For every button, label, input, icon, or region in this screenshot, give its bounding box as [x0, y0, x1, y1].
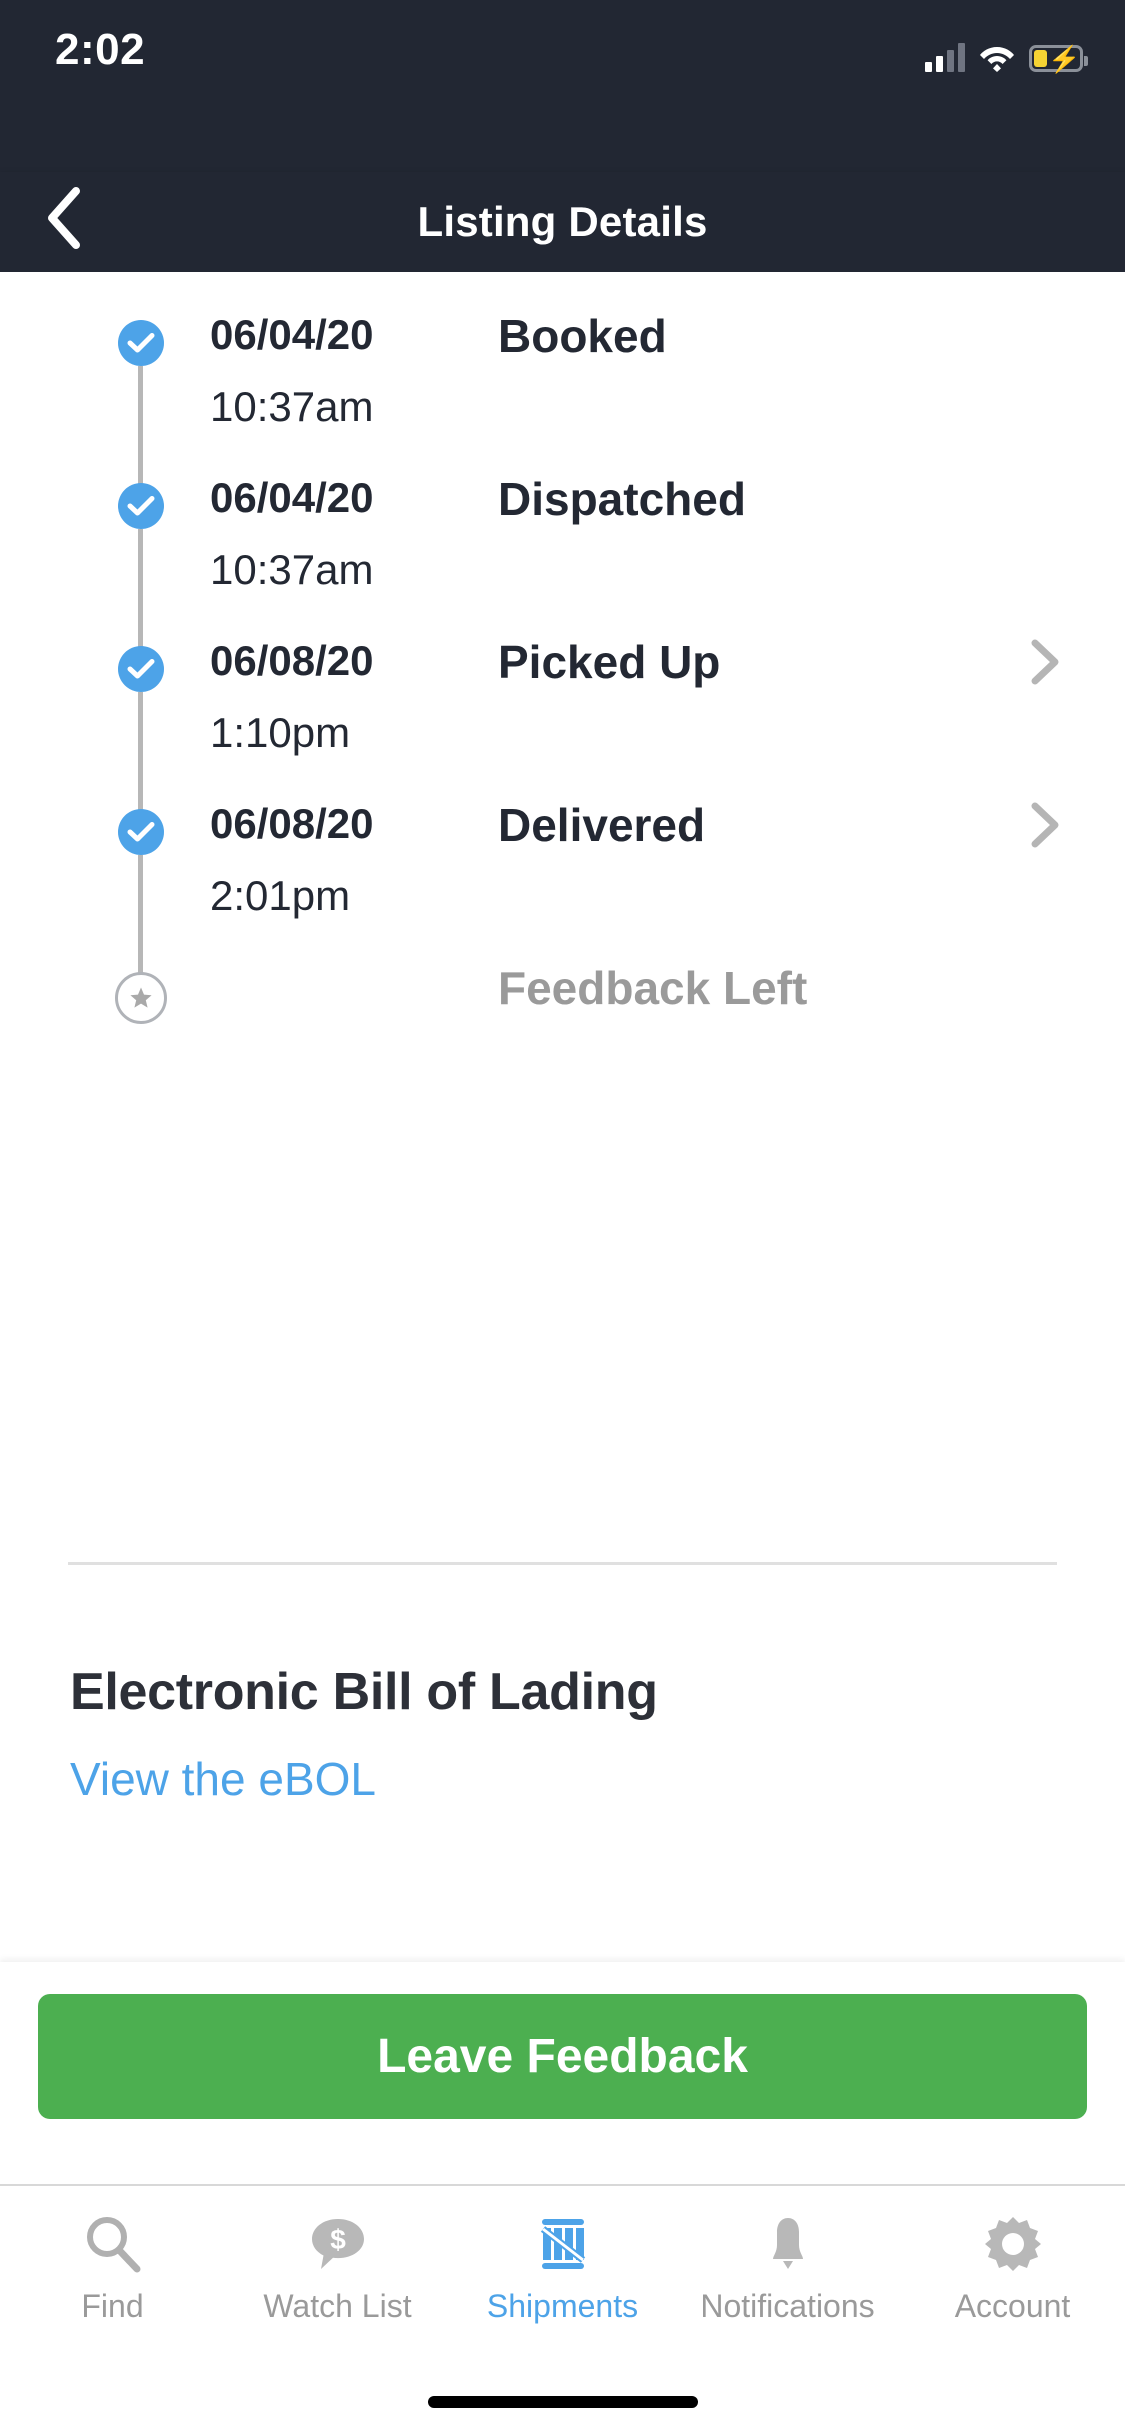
timeline-item-picked-up[interactable]: 06/08/20 1:10pm Picked Up [0, 646, 1125, 809]
app-header: Listing Details [0, 172, 1125, 272]
timeline-time: 1:10pm [210, 709, 350, 757]
view-ebol-link[interactable]: View the eBOL [70, 1752, 376, 1806]
tab-label: Notifications [700, 2288, 874, 2325]
tab-shipments[interactable]: Shipments [450, 2186, 675, 2354]
tab-label: Watch List [263, 2288, 411, 2325]
tab-account[interactable]: Account [900, 2186, 1125, 2354]
tab-find[interactable]: Find [0, 2186, 225, 2354]
page-title: Listing Details [0, 198, 1125, 246]
timeline-item-feedback-left: Feedback Left [0, 972, 1125, 1092]
status-time: 2:02 [55, 25, 145, 75]
timeline-label: Booked [498, 309, 667, 363]
leave-feedback-button[interactable]: Leave Feedback [38, 1994, 1087, 2119]
timeline-label: Dispatched [498, 472, 746, 526]
timeline-label: Picked Up [498, 635, 720, 689]
section-divider [68, 1562, 1057, 1565]
shipment-status-timeline: 06/04/20 10:37am Booked 06/04/20 10:37am… [0, 272, 1125, 1092]
bell-icon [757, 2208, 819, 2280]
timeline-time: 10:37am [210, 546, 373, 594]
svg-text:$: $ [330, 2224, 346, 2255]
timeline-date: 06/08/20 [210, 800, 374, 848]
phone-screen: 2:02 ⚡ [0, 0, 1125, 2436]
timeline-date: 06/04/20 [210, 474, 374, 522]
bottom-tab-bar: Find $ Watch List [0, 2184, 1125, 2354]
tab-label: Shipments [487, 2288, 638, 2325]
tab-watch-list[interactable]: $ Watch List [225, 2186, 450, 2354]
tab-notifications[interactable]: Notifications [675, 2186, 900, 2354]
action-bar: Leave Feedback [0, 1962, 1125, 2184]
timeline-label: Delivered [498, 798, 705, 852]
timeline-item-delivered[interactable]: 06/08/20 2:01pm Delivered [0, 809, 1125, 972]
check-circle-icon [118, 483, 164, 529]
chevron-right-icon[interactable] [1025, 638, 1065, 686]
status-indicators: ⚡ [925, 32, 1083, 72]
search-icon [82, 2208, 144, 2280]
status-bar: 2:02 ⚡ [0, 0, 1125, 172]
ebol-section-title: Electronic Bill of Lading [70, 1662, 658, 1722]
check-circle-icon [118, 320, 164, 366]
tab-label: Account [955, 2288, 1071, 2325]
timeline-item-booked: 06/04/20 10:37am Booked [0, 320, 1125, 483]
check-circle-icon [118, 809, 164, 855]
timeline-time: 2:01pm [210, 872, 350, 920]
timeline-item-dispatched: 06/04/20 10:37am Dispatched [0, 483, 1125, 646]
timeline-time: 10:37am [210, 383, 373, 431]
dollar-bubble-icon: $ [307, 2208, 369, 2280]
home-indicator [428, 2396, 698, 2408]
crate-icon [532, 2208, 594, 2280]
star-circle-icon [115, 972, 167, 1024]
battery-charging-icon: ⚡ [1029, 45, 1083, 72]
timeline-date: 06/04/20 [210, 311, 374, 359]
chevron-right-icon[interactable] [1025, 801, 1065, 849]
tab-label: Find [81, 2288, 143, 2325]
timeline-label: Feedback Left [498, 961, 807, 1015]
signal-bars-icon [925, 42, 965, 72]
gear-icon [982, 2208, 1044, 2280]
check-circle-icon [118, 646, 164, 692]
timeline-date: 06/08/20 [210, 637, 374, 685]
main-content: 06/04/20 10:37am Booked 06/04/20 10:37am… [0, 272, 1125, 1962]
wifi-icon [979, 42, 1015, 72]
